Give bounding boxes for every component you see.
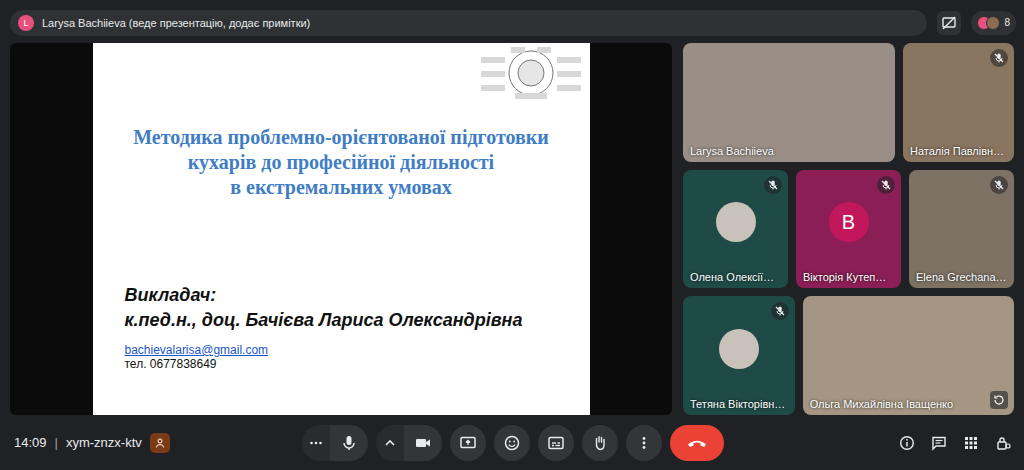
top-bar: L Larysa Bachiieva (веде презентацію, дод…: [0, 0, 1024, 43]
muted-badge: [771, 302, 789, 320]
meeting-code: xym-znzx-ktv: [66, 435, 142, 450]
slide-title-line: кухарів до професійної діяльності: [113, 150, 570, 175]
camera-button[interactable]: [404, 425, 442, 461]
more-vertical-icon: [636, 435, 652, 451]
info-button[interactable]: [898, 434, 916, 452]
tile-row: Олена Олексії… В Вікторія Кутеп… Elena Grec…: [683, 170, 1014, 289]
lecturer-name: к.пед.н., доц. Бачієва Лариса Олександрі…: [125, 308, 570, 333]
presentation-layout-button[interactable]: [937, 11, 961, 35]
person-icon: [154, 437, 166, 449]
chat-button[interactable]: [930, 434, 948, 452]
muted-badge: [764, 176, 782, 194]
participant-name: Наталія Павлівн…: [910, 145, 1004, 157]
avatar-photo: [716, 202, 756, 242]
mic-icon: [340, 434, 358, 452]
captions-button[interactable]: [538, 425, 574, 461]
slide: Методика проблемно-орієнтованої підготов…: [93, 43, 590, 415]
participant-name: Олена Олексії…: [690, 271, 774, 283]
avatar-photo: [719, 329, 759, 369]
meet-window: L Larysa Bachiieva (веде презентацію, дод…: [0, 0, 1024, 470]
letter-avatar: В: [829, 202, 869, 242]
participant-grid: Larysa Bachiieva Наталія Павлівн… Олена Ол…: [683, 43, 1014, 415]
participant-name: Elena Grechana…: [916, 271, 1007, 283]
host-controls-button[interactable]: [994, 434, 1012, 452]
clock: 14:09: [14, 435, 47, 450]
host-indicator: [150, 433, 170, 453]
participant-tile[interactable]: Наталія Павлівн…: [903, 43, 1014, 162]
camera-icon: [414, 434, 432, 452]
mic-off-icon: [767, 179, 779, 191]
participant-name: Вікторія Кутеп…: [803, 271, 886, 283]
lecturer-block: Викладач:к.пед.н., доц. Бачієва Лариса О…: [125, 283, 570, 333]
present-screen-icon: [459, 434, 477, 452]
participant-count: 8: [1004, 17, 1010, 28]
participant-tile[interactable]: Ольга Михайлівна Іващенко: [803, 296, 1014, 415]
separator: |: [55, 435, 58, 450]
hand-button[interactable]: [582, 425, 618, 461]
participant-name: Ольга Михайлівна Іващенко: [810, 398, 954, 410]
presentation-off-icon: [941, 15, 957, 31]
mic-off-icon: [993, 179, 1005, 191]
slide-title: Методика проблемно-орієнтованої підготов…: [113, 125, 570, 200]
meeting-info: 14:09 | xym-znzx-ktv: [14, 433, 302, 453]
mic-off-icon: [774, 305, 786, 317]
muted-badge: [990, 176, 1008, 194]
presenter-avatar: L: [18, 15, 34, 31]
contacts: bachievalarisa@gmail.comтел. 0677838649: [125, 343, 570, 371]
tile-row: Larysa Bachiieva Наталія Павлівн…: [683, 43, 1014, 162]
tile-row: Тетяна Вікторівн… Ольга Михайлівна Іващен…: [683, 296, 1014, 415]
participants-button[interactable]: 8: [971, 11, 1016, 35]
rotate-icon: [993, 394, 1005, 406]
present-button[interactable]: [450, 425, 486, 461]
participant-tile[interactable]: Elena Grechana…: [909, 170, 1014, 289]
info-icon: [899, 435, 915, 451]
email-link[interactable]: bachievalarisa@gmail.com: [125, 343, 570, 357]
emoji-button[interactable]: [494, 425, 530, 461]
bottom-bar: 14:09 | xym-znzx-ktv: [0, 415, 1024, 470]
participant-tile[interactable]: Тетяна Вікторівн…: [683, 296, 795, 415]
participant-tile[interactable]: В Вікторія Кутеп…: [796, 170, 901, 289]
mic-off-icon: [880, 179, 892, 191]
slide-title-line: в екстремальних умовах: [113, 175, 570, 200]
lecturer-label: Викладач:: [125, 283, 570, 308]
participant-name: Тетяна Вікторівн…: [690, 398, 785, 410]
side-panel-buttons: [724, 434, 1012, 452]
caret-button[interactable]: [376, 425, 404, 461]
participant-tile[interactable]: Олена Олексії…: [683, 170, 788, 289]
options-button[interactable]: [626, 425, 662, 461]
chat-icon: [931, 435, 947, 451]
main-area: Методика проблемно-орієнтованої підготов…: [0, 43, 1024, 415]
presentation-tile: Методика проблемно-орієнтованої підготов…: [10, 43, 672, 415]
emoji-icon: [503, 434, 521, 452]
presenter-text: Larysa Bachiieva (веде презентацію, дода…: [42, 17, 310, 29]
tile-options-button[interactable]: [990, 391, 1008, 409]
activities-button[interactable]: [962, 434, 980, 452]
presenter-pill: L Larysa Bachiieva (веде презентацію, дод…: [10, 10, 927, 36]
muted-badge: [990, 49, 1008, 67]
participant-name: Larysa Bachiieva: [690, 145, 774, 157]
hang-up-icon: [686, 436, 708, 450]
mic-button[interactable]: [330, 425, 368, 461]
host-lock-icon: [995, 435, 1011, 451]
call-controls: [302, 425, 724, 461]
participant-avatar-icon: [986, 16, 1000, 30]
slide-diagram-icon: [475, 45, 587, 101]
phone: тел. 0677838649: [125, 357, 570, 371]
muted-badge: [877, 176, 895, 194]
slide-title-line: Методика проблемно-орієнтованої підготов…: [113, 125, 570, 150]
mic-off-icon: [993, 52, 1005, 64]
participant-tile[interactable]: Larysa Bachiieva: [683, 43, 895, 162]
end-call-button[interactable]: [670, 425, 724, 461]
more-button[interactable]: [302, 425, 330, 461]
apps-grid-icon: [963, 435, 979, 451]
captions-icon: [547, 434, 565, 452]
more-horizontal-icon: [308, 435, 324, 451]
caret-up-icon: [383, 436, 397, 450]
raise-hand-icon: [591, 434, 609, 452]
